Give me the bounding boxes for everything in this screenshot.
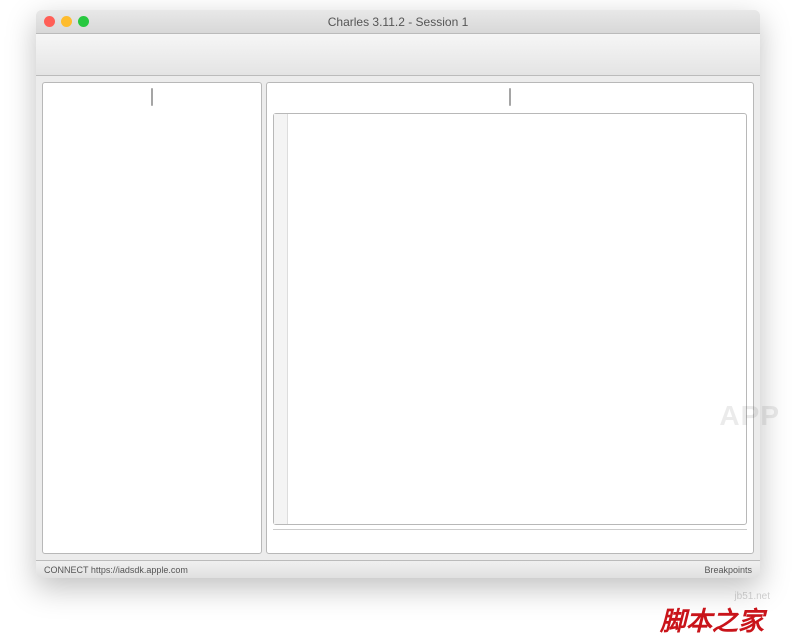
minimize-button[interactable] xyxy=(61,16,72,27)
structure-panel xyxy=(42,82,262,554)
right-tab-control xyxy=(509,88,511,106)
watermark: APP xyxy=(719,400,780,432)
titlebar: Charles 3.11.2 - Session 1 xyxy=(36,10,760,34)
gutter xyxy=(274,114,288,524)
left-tab-control xyxy=(151,88,153,106)
status-right: Breakpoints xyxy=(704,565,752,575)
zoom-button[interactable] xyxy=(78,16,89,27)
format-selector xyxy=(273,529,747,547)
content-area xyxy=(36,76,760,560)
host-tree[interactable] xyxy=(43,113,261,553)
detail-panel xyxy=(266,82,754,554)
stamp: 脚本之家 xyxy=(660,601,764,638)
status-left: CONNECT https://iadsdk.apple.com xyxy=(44,565,188,575)
xml-content[interactable] xyxy=(288,114,746,524)
app-window: Charles 3.11.2 - Session 1 CONNECT https… xyxy=(36,10,760,578)
close-button[interactable] xyxy=(44,16,55,27)
toolbar xyxy=(36,34,760,76)
window-title: Charles 3.11.2 - Session 1 xyxy=(36,15,760,29)
statusbar: CONNECT https://iadsdk.apple.com Breakpo… xyxy=(36,560,760,578)
